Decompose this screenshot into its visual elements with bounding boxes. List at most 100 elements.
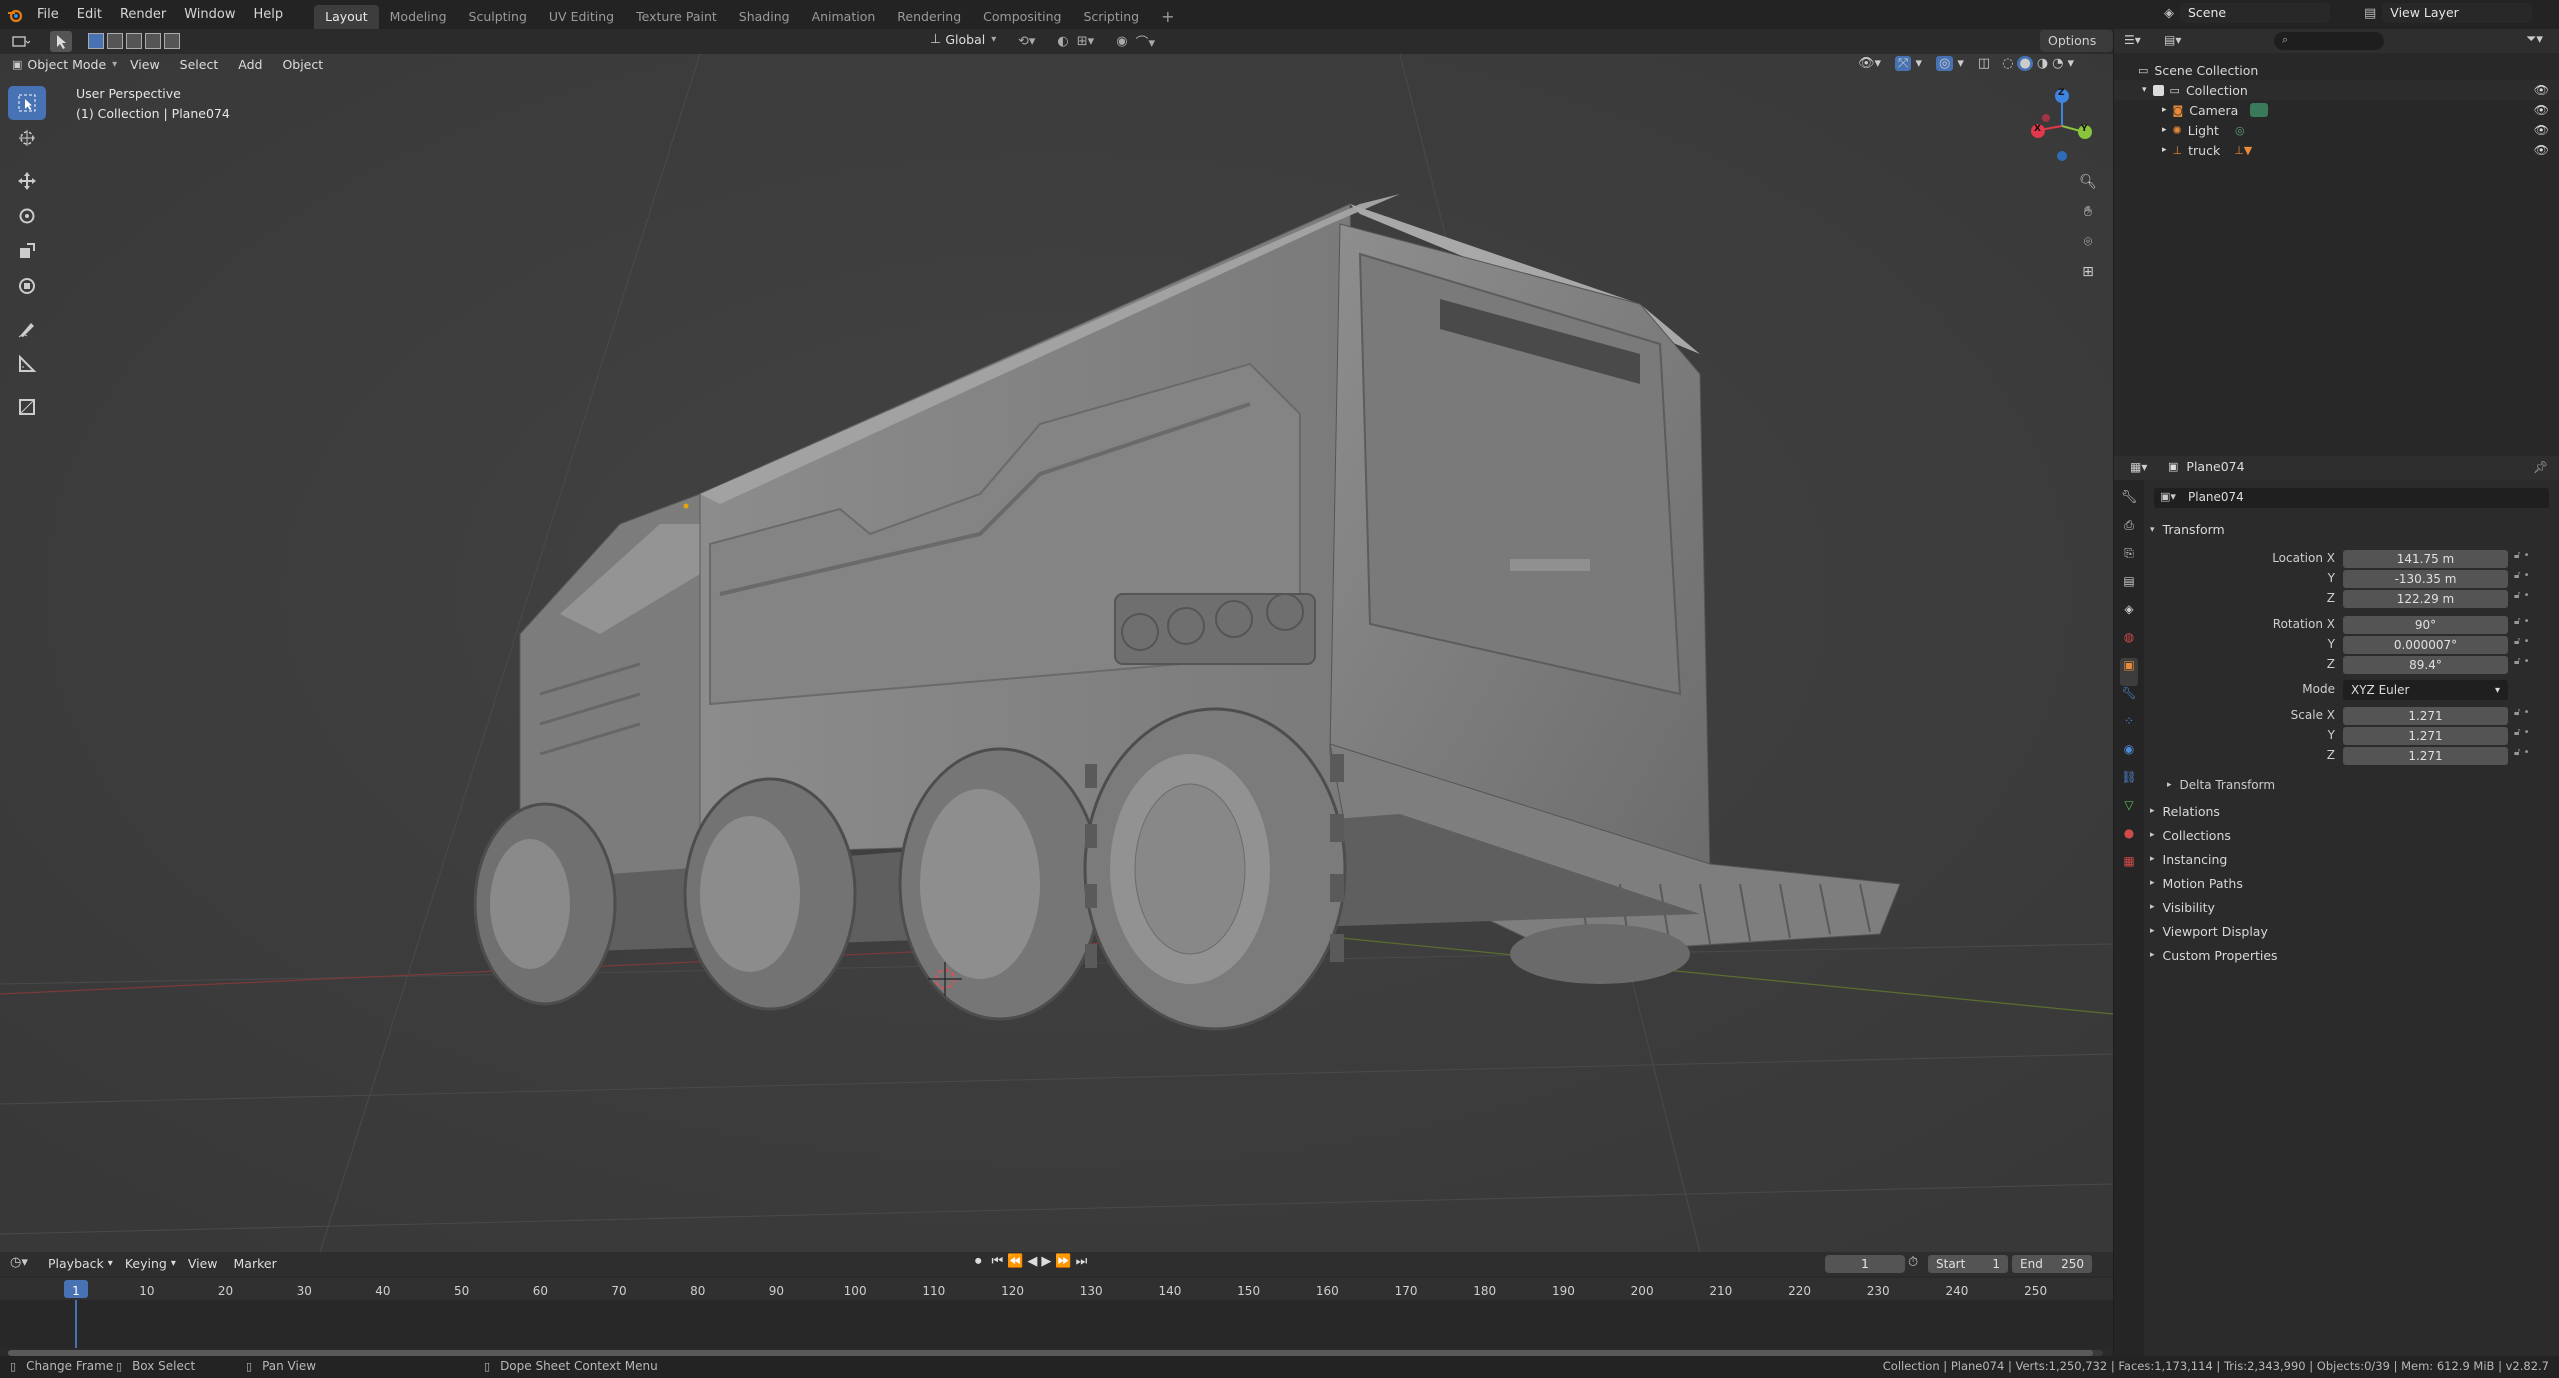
visibility-icon[interactable]: 👁︎▾: [1858, 56, 1881, 71]
rotation-mode-dropdown[interactable]: XYZ Euler ▾: [2343, 680, 2508, 700]
display-mode-icon[interactable]: ▤▾: [2164, 33, 2181, 47]
tab-animation[interactable]: Animation: [801, 5, 887, 29]
rotation-z-field[interactable]: 89.4°: [2343, 656, 2508, 674]
scene-selector[interactable]: ◈ Scene: [2164, 3, 2330, 23]
jump-keyframe-forward-icon[interactable]: ⏩: [1055, 1254, 1071, 1269]
overlay-menu-icon[interactable]: ▾: [1957, 56, 1964, 71]
tab-shading[interactable]: Shading: [728, 5, 801, 29]
select-invert-icon[interactable]: [145, 33, 161, 49]
proportional-edit-icon[interactable]: ◉: [1116, 34, 1127, 49]
jump-start-icon[interactable]: ⏮: [992, 1254, 1004, 1269]
cursor-tool[interactable]: [8, 121, 46, 155]
stopwatch-icon[interactable]: ⏱: [1908, 1255, 1918, 1270]
lock-icon[interactable]: 🔓︎ •: [2514, 570, 2544, 590]
object-name-field[interactable]: ▣▾ Plane074: [2154, 488, 2549, 508]
menu-add[interactable]: Add: [238, 57, 262, 72]
material-properties-icon[interactable]: ●: [2120, 826, 2138, 854]
jump-keyframe-back-icon[interactable]: ⏪: [1007, 1254, 1023, 1269]
modifier-properties-icon[interactable]: 🔧︎: [2120, 686, 2138, 714]
grid-perspective-icon[interactable]: ⊞: [2077, 264, 2099, 294]
material-shading-icon[interactable]: ◑: [2037, 56, 2048, 71]
outliner-scene-collection[interactable]: ▭ Scene Collection: [2114, 60, 2559, 80]
scale-z-field[interactable]: 1.271: [2343, 747, 2508, 765]
menu-window[interactable]: Window: [175, 0, 244, 29]
menu-render[interactable]: Render: [111, 0, 175, 29]
proportional-falloff-icon[interactable]: ⌒▾: [1136, 32, 1156, 51]
start-frame-field[interactable]: Start 1: [1928, 1255, 2008, 1273]
panel-motion-paths[interactable]: ▸ Motion Paths: [2150, 871, 2540, 895]
outliner-editor-type-icon[interactable]: ☰▾: [2124, 33, 2141, 47]
gizmo-menu-icon[interactable]: ▾: [1915, 56, 1922, 71]
location-x-field[interactable]: 141.75 m: [2343, 550, 2508, 568]
transform-orientation-dropdown[interactable]: ⊥ Global ▾: [930, 32, 996, 47]
add-workspace-icon[interactable]: +: [1150, 5, 1185, 29]
delta-transform-subpanel[interactable]: ▸ Delta Transform: [2167, 778, 2275, 792]
rotate-tool[interactable]: [8, 199, 46, 233]
timeline-editor-type[interactable]: ◷▾: [10, 1255, 28, 1270]
gizmo-toggle-icon[interactable]: ⤧: [1895, 56, 1912, 71]
transform-panel-header[interactable]: ▾ Transform: [2150, 522, 2225, 537]
select-box-tool[interactable]: [8, 86, 46, 120]
panel-instancing[interactable]: ▸ Instancing: [2150, 847, 2540, 871]
outliner-item-light[interactable]: ▸ ✺ Light ◎ 👁︎: [2114, 120, 2559, 140]
menu-marker[interactable]: Marker: [234, 1256, 277, 1271]
annotate-tool[interactable]: [8, 312, 46, 346]
wireframe-shading-icon[interactable]: ◌: [2002, 56, 2013, 71]
select-intersect-icon[interactable]: [164, 33, 180, 49]
scene-name-field[interactable]: Scene: [2180, 3, 2330, 23]
properties-editor-type-icon[interactable]: ▦▾: [2130, 460, 2147, 474]
tab-scripting[interactable]: Scripting: [1073, 5, 1151, 29]
eye-icon[interactable]: 👁︎: [2534, 103, 2549, 117]
scene-settings-icon[interactable]: ◈: [2120, 602, 2138, 630]
play-icon[interactable]: ▶: [1041, 1254, 1051, 1269]
world-settings-icon[interactable]: ◍: [2120, 630, 2138, 658]
tab-sculpting[interactable]: Sculpting: [458, 5, 538, 29]
end-frame-field[interactable]: End 250: [2012, 1255, 2092, 1273]
view-layer-selector[interactable]: ▤ View Layer: [2364, 3, 2533, 23]
scale-x-field[interactable]: 1.271: [2343, 707, 2508, 725]
solid-shading-icon[interactable]: ●: [2017, 56, 2033, 71]
overlay-toggle-icon[interactable]: ◎: [1935, 56, 1954, 71]
pivot-point-icon[interactable]: ⟲▾: [1018, 34, 1035, 49]
constraints-properties-icon[interactable]: ⛓︎: [2120, 770, 2138, 798]
lock-icon[interactable]: 🔓︎ •: [2514, 727, 2544, 747]
select-subtract-icon[interactable]: [126, 33, 142, 49]
zoom-icon[interactable]: 🔍︎: [2077, 174, 2099, 204]
panel-visibility[interactable]: ▸ Visibility: [2150, 895, 2540, 919]
current-frame-field[interactable]: 1: [1825, 1255, 1905, 1273]
select-extend-icon[interactable]: [107, 33, 123, 49]
move-tool[interactable]: [8, 164, 46, 198]
transform-tool[interactable]: [8, 269, 46, 303]
location-z-field[interactable]: 122.29 m: [2343, 590, 2508, 608]
editor-type-icon[interactable]: [8, 30, 34, 54]
menu-help[interactable]: Help: [245, 0, 293, 29]
lock-icon[interactable]: 🔓︎ •: [2514, 636, 2544, 656]
navigation-gizmo[interactable]: Z Y X: [2020, 84, 2100, 174]
shading-menu-icon[interactable]: ▾: [2068, 56, 2075, 71]
menu-select[interactable]: Select: [180, 57, 219, 72]
lock-icon[interactable]: 🔓︎ •: [2514, 550, 2544, 570]
rotation-x-field[interactable]: 90°: [2343, 616, 2508, 634]
camera-view-icon[interactable]: ⌾: [2077, 234, 2099, 264]
menu-view[interactable]: View: [130, 57, 160, 72]
xray-toggle-icon[interactable]: ◫: [1978, 56, 1990, 71]
tab-modeling[interactable]: Modeling: [379, 5, 458, 29]
filter-icon[interactable]: ⏷▾: [2526, 32, 2543, 47]
menu-object[interactable]: Object: [282, 57, 323, 72]
blender-logo-icon[interactable]: [2, 3, 28, 27]
menu-timeline-view[interactable]: View: [188, 1256, 218, 1271]
tool-settings-icon[interactable]: 🔧︎: [2120, 490, 2138, 518]
3d-viewport[interactable]: Z Y X 🔍︎ ✋︎ ⌾ ⊞ User Perspective (1) Col…: [0, 54, 2113, 1252]
lock-icon[interactable]: 🔓︎ •: [2514, 616, 2544, 636]
render-settings-icon[interactable]: ⎙: [2120, 518, 2138, 546]
hand-pan-icon[interactable]: ✋︎: [2077, 204, 2099, 234]
eye-icon[interactable]: 👁︎: [2534, 83, 2549, 97]
outliner-item-camera[interactable]: ▸ ◙ Camera 👁︎: [2114, 100, 2559, 120]
timeline-track-area[interactable]: [0, 1300, 2113, 1348]
outliner-item-truck[interactable]: ▸ ⊥ truck ⊥▼ 👁︎: [2114, 140, 2559, 160]
timeline-editor[interactable]: ◷▾ Playback ▾ Keying ▾ View Marker ⏺ ⏮ ⏪…: [0, 1252, 2113, 1358]
pin-icon[interactable]: 📌︎: [2533, 460, 2548, 474]
rotation-y-field[interactable]: 0.000007°: [2343, 636, 2508, 654]
panel-custom-properties[interactable]: ▸ Custom Properties: [2150, 943, 2540, 967]
panel-collections[interactable]: ▸ Collections: [2150, 823, 2540, 847]
